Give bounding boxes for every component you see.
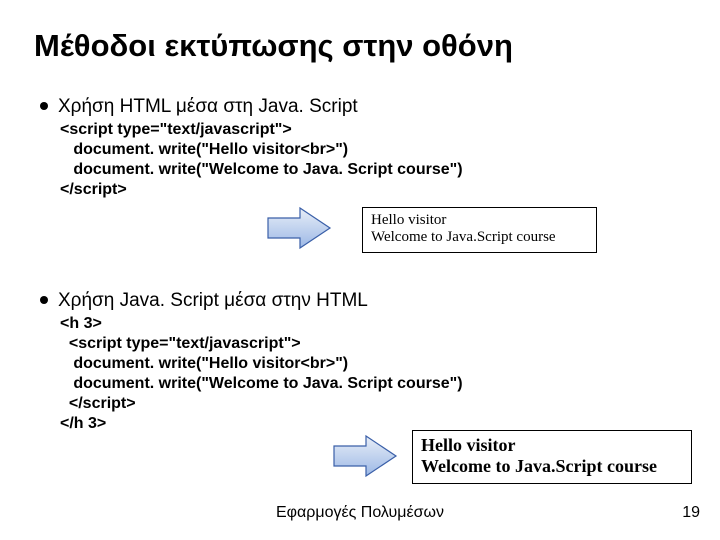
bullet-1-text: Χρήση HTML μέσα στη Java. Script [58,96,358,117]
bullet-1: Χρήση HTML μέσα στη Java. Script [58,96,358,119]
output-1-line-1: Hello visitor [371,212,588,229]
output-2-line-2: Welcome to Java.Script course [421,456,683,477]
bullet-2: Χρήση Java. Script μέσα στην HTML [58,290,368,313]
output-1-line-2: Welcome to Java.Script course [371,229,588,246]
arrow-icon [330,432,402,482]
code-block-2: <h 3> <script type="text/javascript"> do… [60,314,463,434]
slide-title: Μέθοδοι εκτύπωσης στην οθόνη [34,28,513,64]
output-box-2: Hello visitor Welcome to Java.Script cou… [412,430,692,484]
output-box-1: Hello visitor Welcome to Java.Script cou… [362,207,597,253]
footer-text: Εφαρμογές Πολυμέσων [0,504,720,522]
output-2-line-1: Hello visitor [421,435,683,456]
bullet-dot-icon [40,102,48,110]
code-block-1: <script type="text/javascript"> document… [60,120,463,200]
page-number: 19 [682,504,700,522]
arrow-icon [264,204,336,254]
bullet-dot-icon [40,296,48,304]
bullet-2-text: Χρήση Java. Script μέσα στην HTML [58,290,368,311]
